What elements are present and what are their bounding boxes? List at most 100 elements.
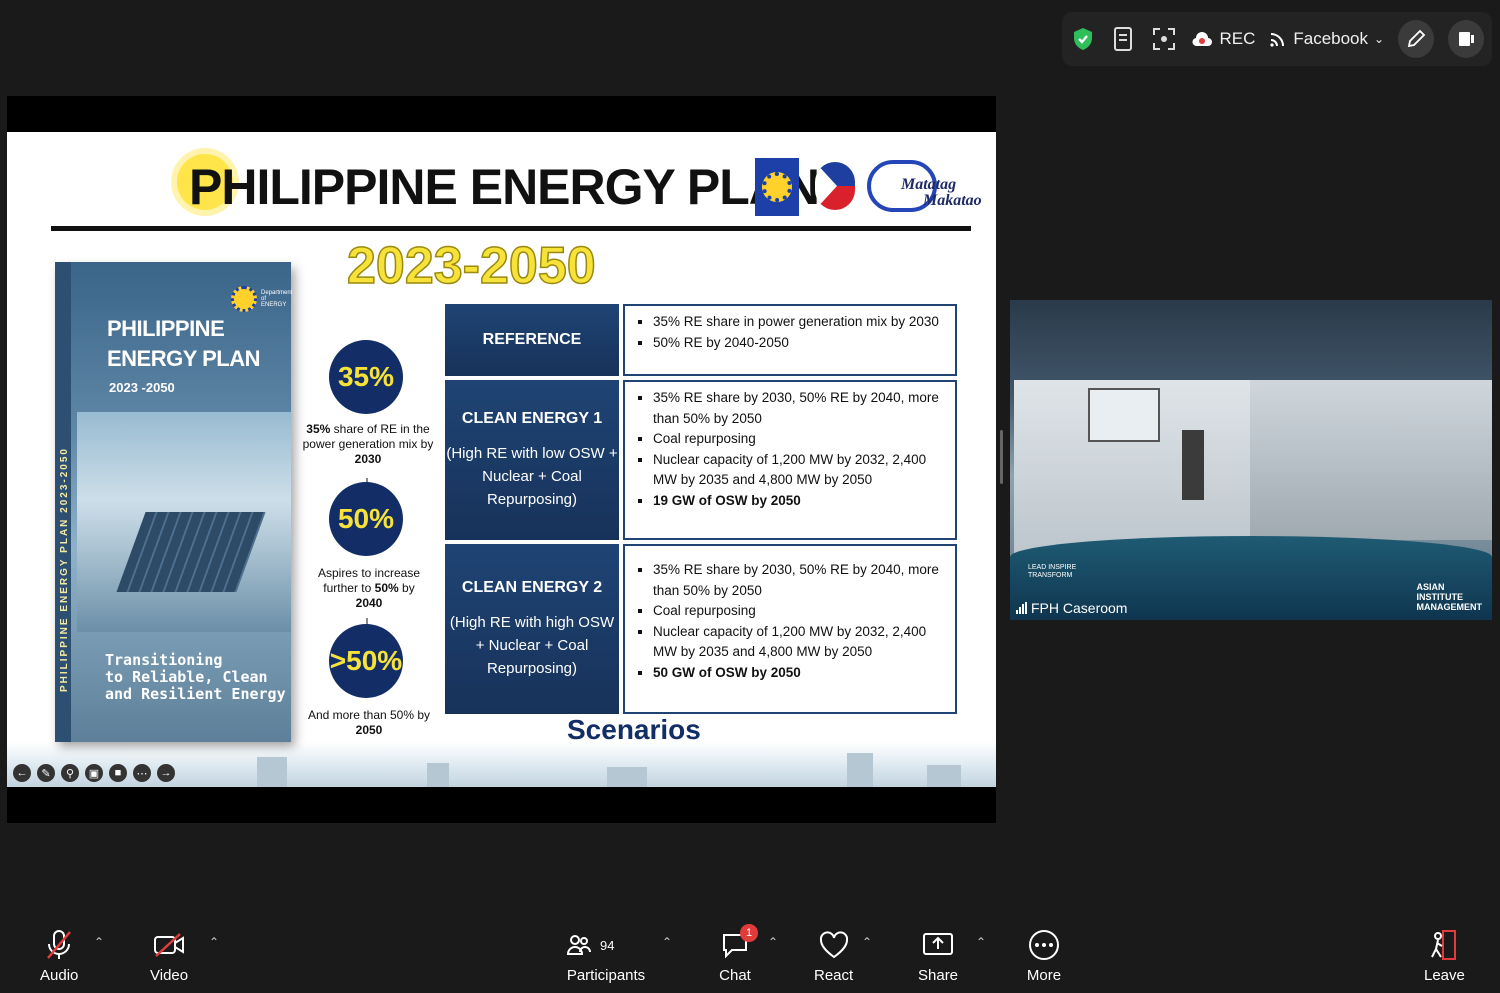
more-dots-icon bbox=[1026, 927, 1062, 963]
leave-button[interactable]: Leave bbox=[1424, 927, 1465, 984]
scenario-name: CLEAN ENERGY 2 bbox=[461, 578, 603, 596]
chat-unread-badge: 1 bbox=[740, 924, 758, 942]
presenter-view-icon[interactable]: ■ bbox=[109, 764, 127, 782]
microphone-muted-icon bbox=[41, 927, 77, 963]
philippine-flag-logo bbox=[815, 162, 855, 210]
react-label: React bbox=[814, 967, 854, 984]
scenario-point: Coal repurposing bbox=[653, 429, 947, 450]
react-options-caret[interactable]: ⌃ bbox=[862, 935, 872, 949]
participant-video-tile[interactable]: LEAD INSPIRE TRANSFORM ASIAN INSTITUTE M… bbox=[1010, 300, 1492, 620]
video-options-caret[interactable]: ⌃ bbox=[209, 935, 219, 949]
scenario-point: Coal repurposing bbox=[653, 601, 947, 622]
book-years: 2023 -2050 bbox=[109, 380, 175, 395]
target-circle-gt50: >50% bbox=[329, 624, 403, 698]
scenario-details: 35% RE share by 2030, 50% RE by 2040, mo… bbox=[623, 380, 957, 540]
previous-slide-icon[interactable]: ← bbox=[13, 764, 31, 782]
scenario-name: CLEAN ENERGY 1 bbox=[461, 409, 603, 427]
scenario-point: 35% RE share by 2030, 50% RE by 2040, mo… bbox=[653, 388, 947, 429]
livestream-facebook-dropdown[interactable]: Facebook ⌄ bbox=[1269, 29, 1384, 49]
target-caption-50: Aspires to increase further to 50% by 20… bbox=[307, 566, 431, 611]
book-subtitle-line2: to Reliable, Clean bbox=[105, 668, 268, 686]
plan-years: 2023-2050 bbox=[346, 236, 596, 296]
chevron-down-icon: ⌄ bbox=[1374, 32, 1385, 46]
document-icon[interactable] bbox=[1110, 25, 1136, 53]
react-button[interactable]: React bbox=[814, 927, 853, 984]
cloud-icon bbox=[1192, 32, 1213, 47]
book-title-line1: PHILIPPINE bbox=[107, 316, 225, 341]
livestream-label: Facebook bbox=[1293, 29, 1369, 48]
target-caption-gt50-text: And more than 50% by bbox=[307, 708, 431, 722]
leave-label: Leave bbox=[1424, 967, 1465, 984]
book-subtitle-line1: Transitioning bbox=[105, 651, 223, 669]
doe-seal-icon bbox=[231, 286, 257, 312]
signal-strength-icon bbox=[1016, 602, 1027, 614]
book-subtitle: Transitioning to Reliable, Clean and Res… bbox=[105, 652, 286, 703]
energy-plan-book-cover: PHILIPPINE ENERGY PLAN 2023-2050 Departm… bbox=[55, 262, 293, 742]
participants-button[interactable]: 94 Participants bbox=[566, 927, 646, 984]
shared-screen: PHILIPPINE ENERGY PLAN Matatag Makatao 2… bbox=[7, 96, 996, 823]
security-shield-icon[interactable] bbox=[1070, 25, 1096, 53]
participants-icon-row: 94 bbox=[566, 927, 646, 963]
target-caption-35-bold: 35% bbox=[306, 422, 331, 436]
slide-annotation-controls: ← ✎ ⚲ ▣ ■ ⋯ → bbox=[13, 764, 175, 782]
share-screen-icon bbox=[920, 927, 956, 963]
scenario-label: CLEAN ENERGY 2 (High RE with high OSW + … bbox=[445, 544, 619, 714]
participants-options-caret[interactable]: ⌃ bbox=[662, 935, 672, 949]
aim-logo-line1: ASIAN bbox=[1416, 582, 1445, 592]
annotate-pen-button[interactable] bbox=[1398, 20, 1435, 58]
leave-door-icon bbox=[1426, 927, 1462, 963]
exit-panel-icon bbox=[1459, 32, 1475, 46]
pen-tool-icon[interactable]: ✎ bbox=[37, 764, 55, 782]
exit-share-view-button[interactable] bbox=[1448, 20, 1484, 58]
more-options-icon[interactable]: ⋯ bbox=[133, 764, 151, 782]
scenario-row-reference: REFERENCE 35% RE share in power generati… bbox=[445, 304, 957, 376]
focus-mode-icon[interactable] bbox=[1151, 25, 1177, 53]
chat-options-caret[interactable]: ⌃ bbox=[768, 935, 778, 949]
zoom-icon[interactable]: ⚲ bbox=[61, 764, 79, 782]
chat-label: Chat bbox=[719, 967, 751, 984]
scenario-details: 35% RE share in power generation mix by … bbox=[623, 304, 957, 376]
pen-icon bbox=[1407, 29, 1426, 48]
video-button[interactable]: Video bbox=[150, 927, 188, 984]
book-title-line2: ENERGY PLAN bbox=[107, 346, 261, 371]
scenario-label: CLEAN ENERGY 1 (High RE with low OSW + N… bbox=[445, 380, 619, 540]
scenario-name: REFERENCE bbox=[482, 331, 582, 348]
share-button[interactable]: Share bbox=[918, 927, 958, 984]
title-divider bbox=[51, 226, 971, 231]
scenario-point: 50 GW of OSW by 2050 bbox=[653, 663, 947, 684]
rec-label: REC bbox=[1219, 29, 1256, 48]
audio-button[interactable]: Audio bbox=[40, 927, 78, 984]
meeting-top-toolbar: REC Facebook ⌄ bbox=[1062, 12, 1492, 66]
next-slide-icon[interactable]: → bbox=[157, 764, 175, 782]
captions-icon[interactable]: ▣ bbox=[85, 764, 103, 782]
scenario-row-clean-energy-1: CLEAN ENERGY 1 (High RE with low OSW + N… bbox=[445, 380, 957, 540]
book-dept-label: Department of ENERGY bbox=[261, 290, 293, 308]
audio-options-caret[interactable]: ⌃ bbox=[94, 935, 104, 949]
video-projection-screen bbox=[1088, 388, 1160, 442]
target-caption-gt50: And more than 50% by 2050 bbox=[305, 708, 433, 738]
doe-logo bbox=[755, 158, 799, 216]
target-caption-gt50-year: 2050 bbox=[355, 723, 383, 737]
scenario-row-clean-energy-2: CLEAN ENERGY 2 (High RE with high OSW + … bbox=[445, 544, 957, 714]
share-options-caret[interactable]: ⌃ bbox=[976, 935, 986, 949]
splitter-handle[interactable] bbox=[1000, 430, 1003, 484]
participants-label: Participants bbox=[566, 967, 646, 984]
scenario-point: 35% RE share by 2030, 50% RE by 2040, mo… bbox=[653, 560, 947, 601]
more-button[interactable]: More bbox=[1026, 927, 1062, 984]
camera-off-icon bbox=[151, 927, 187, 963]
target-circle-50: 50% bbox=[329, 482, 403, 556]
participant-name: FPH Caseroom bbox=[1031, 600, 1128, 616]
book-spine-text: PHILIPPINE ENERGY PLAN 2023-2050 bbox=[59, 447, 70, 692]
aim-logo-text: ASIAN INSTITUTE MANAGEMENT bbox=[1417, 582, 1483, 612]
share-label: Share bbox=[918, 967, 959, 984]
target-caption-35: 35% share of RE in the power generation … bbox=[301, 422, 435, 467]
bagong-pilipinas-logo: Matatag Makatao bbox=[867, 158, 987, 216]
aim-logo-line2: INSTITUTE bbox=[1416, 592, 1464, 602]
audio-label: Audio bbox=[40, 967, 79, 984]
aim-logo-line3: MANAGEMENT bbox=[1416, 602, 1483, 612]
cloud-recording-indicator[interactable]: REC bbox=[1191, 29, 1255, 49]
target-caption-50-year: 2040 bbox=[355, 596, 383, 610]
logo-text-makatao: Makatao bbox=[923, 192, 982, 209]
target-circle-35: 35% bbox=[329, 340, 403, 414]
book-title: PHILIPPINE ENERGY PLAN bbox=[107, 314, 261, 374]
